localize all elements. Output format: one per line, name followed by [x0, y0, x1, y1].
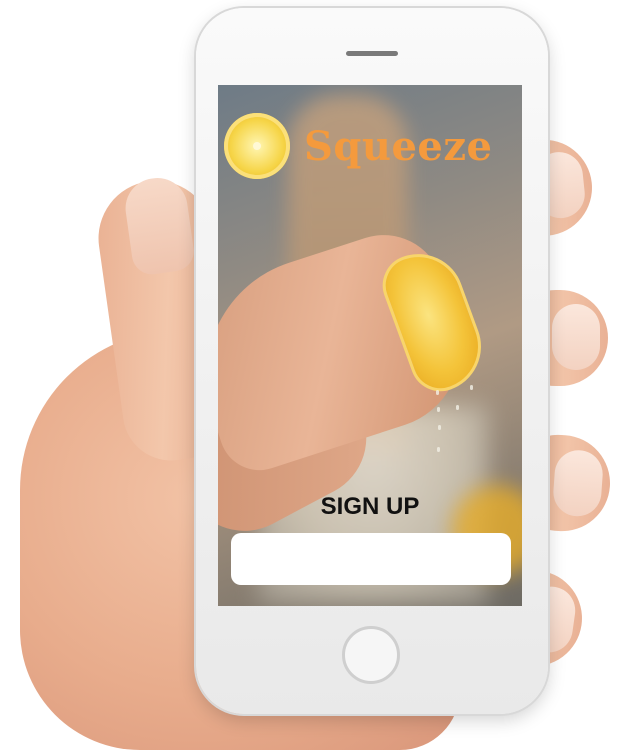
phone-speaker — [346, 51, 398, 56]
lemon-slice-icon — [224, 113, 290, 179]
juice-drop — [438, 425, 441, 430]
juice-drop — [437, 407, 440, 412]
juice-drop — [436, 390, 439, 395]
finger-nail — [552, 304, 600, 370]
juice-drop — [437, 447, 440, 452]
signup-label: SIGN UP — [320, 493, 420, 520]
app-logo: Squeeze — [224, 113, 493, 179]
juice-drop — [470, 385, 473, 390]
signup-input[interactable] — [231, 533, 511, 585]
app-screen: Squeeze SIGN UP — [218, 85, 522, 606]
phone-device: Squeeze SIGN UP — [196, 8, 548, 714]
finger-nail — [551, 448, 605, 518]
juice-drop — [456, 405, 459, 410]
home-button[interactable] — [342, 626, 400, 684]
photo-scene: Squeeze SIGN UP — [0, 0, 622, 755]
app-name: Squeeze — [304, 122, 493, 170]
